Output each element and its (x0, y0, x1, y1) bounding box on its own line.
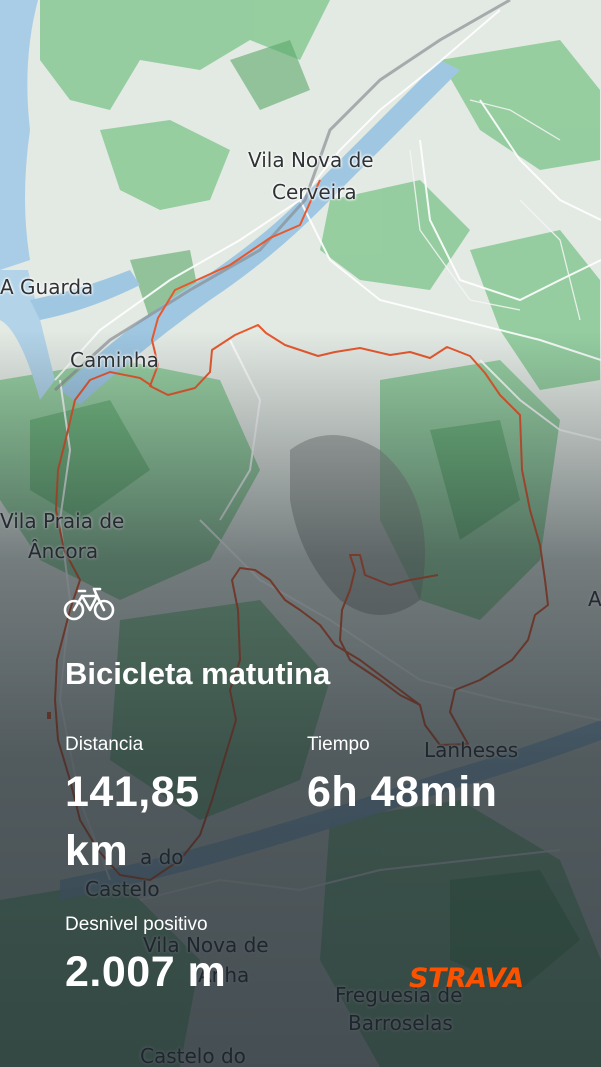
activity-share-card: Vila Nova de Cerveira A Guarda Caminha V… (0, 0, 601, 1067)
elevation-value: 2.007 m (65, 948, 227, 996)
activity-title: Bicicleta matutina (65, 656, 331, 691)
distance-value: 141,85 (65, 768, 200, 816)
svg-text:STRAVA: STRAVA (409, 963, 524, 993)
distance-label: Distancia (65, 734, 144, 755)
elevation-label: Desnivel positivo (65, 914, 208, 935)
strava-logo: STRAVA (409, 963, 524, 993)
time-label: Tiempo (307, 734, 370, 755)
bicycle-icon (63, 587, 115, 621)
activity-stats: Bicicleta matutina Distancia 141,85 km T… (0, 0, 601, 1067)
time-value: 6h 48min (307, 768, 498, 816)
distance-unit: km (65, 827, 129, 875)
